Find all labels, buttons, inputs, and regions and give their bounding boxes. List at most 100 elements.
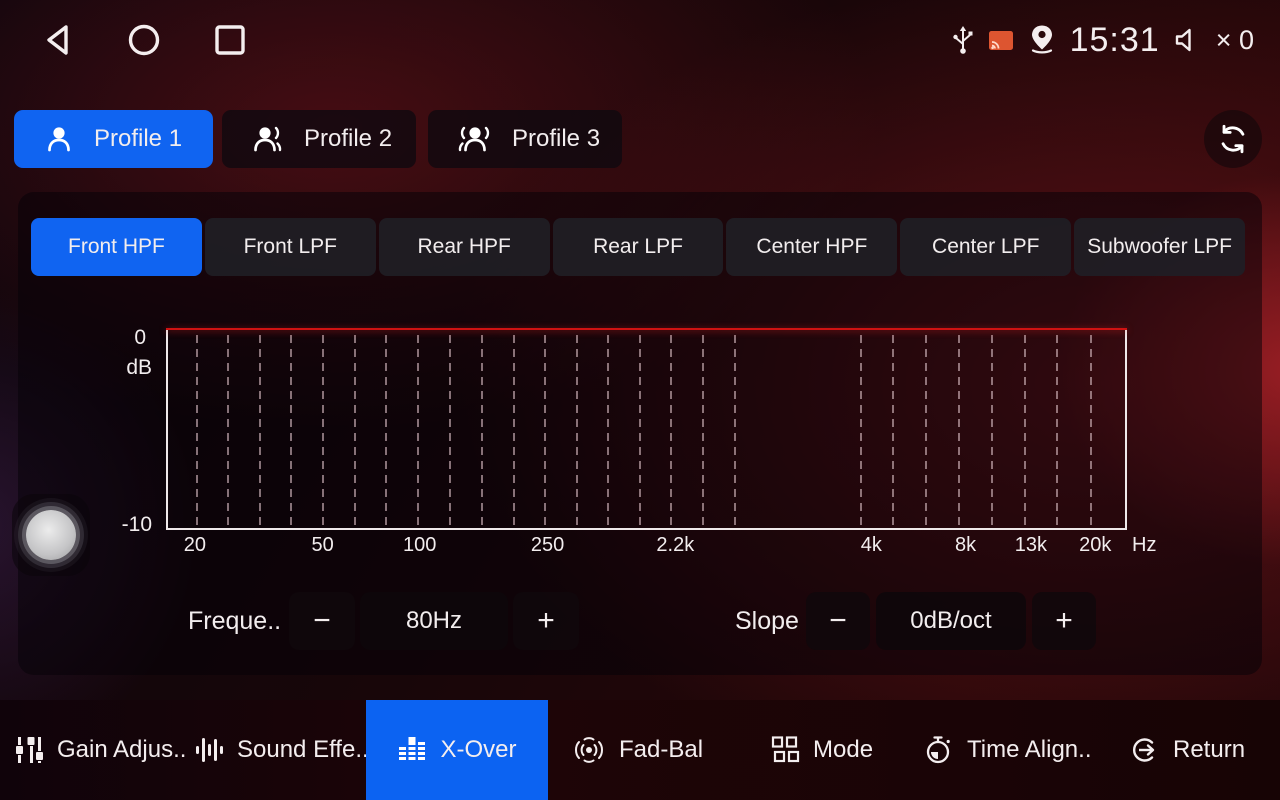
response-curve	[166, 328, 1127, 330]
tab-label: Subwoofer LPF	[1087, 235, 1232, 259]
location-icon	[1027, 24, 1057, 56]
gridline	[892, 335, 894, 528]
nav-fad-bal[interactable]: Fad-Bal	[572, 700, 717, 800]
y-axis-unit: dB	[126, 356, 152, 380]
x-tick: 2.2k	[656, 534, 694, 557]
nav-label: Return	[1173, 736, 1245, 764]
gridline	[196, 335, 198, 528]
gridline	[227, 335, 229, 528]
x-tick: 100	[403, 534, 436, 557]
gridline	[670, 335, 672, 528]
reset-button[interactable]	[1204, 110, 1262, 168]
tab-rear-lpf[interactable]: Rear LPF	[553, 218, 724, 276]
gridline	[354, 335, 356, 528]
profile-row: Profile 1 Profile 2	[14, 110, 1266, 168]
gridline	[576, 335, 578, 528]
x-tick: 250	[531, 534, 564, 557]
gridline	[449, 335, 451, 528]
tab-label: Rear HPF	[417, 235, 510, 259]
tab-center-lpf[interactable]: Center LPF	[900, 218, 1071, 276]
nav-label: X-Over	[440, 736, 516, 764]
tab-label: Center HPF	[756, 235, 867, 259]
gridline	[513, 335, 515, 528]
gridline	[1056, 335, 1058, 528]
slope-label: Slope	[735, 592, 799, 650]
return-arrow-icon	[1130, 735, 1160, 765]
slope-minus-button[interactable]: −	[806, 592, 870, 650]
profile-1-button[interactable]: Profile 1	[14, 110, 213, 168]
nav-mode[interactable]: Mode	[770, 700, 885, 800]
gridline	[290, 335, 292, 528]
gridline	[1090, 335, 1092, 528]
y-tick-0: 0	[134, 326, 146, 350]
gridline	[925, 335, 927, 528]
gridline	[734, 335, 736, 528]
usb-icon	[951, 24, 975, 56]
nav-return[interactable]: Return	[1130, 700, 1258, 800]
x-tick: 20k	[1079, 534, 1111, 557]
x-tick: 20	[184, 534, 206, 557]
x-axis-unit: Hz	[1132, 534, 1156, 557]
chart-x-ticks: 20 50 100 250 2.2k 4k 8k 13k 20k	[166, 534, 1127, 564]
volume-level: × 0	[1216, 25, 1254, 56]
nav-sound-effect[interactable]: Sound Effe..	[194, 700, 370, 800]
profile-3-button[interactable]: Profile 3	[428, 110, 622, 168]
tab-label: Front HPF	[68, 235, 165, 259]
tab-front-hpf[interactable]: Front HPF	[31, 218, 202, 276]
nav-label: Sound Effe..	[237, 736, 369, 764]
person-2-icon	[250, 122, 286, 156]
nav-label: Fad-Bal	[619, 736, 703, 764]
assistive-touch-button[interactable]	[12, 494, 90, 576]
equalizer-icon	[397, 735, 427, 765]
surround-icon	[572, 735, 606, 765]
back-icon[interactable]	[40, 22, 76, 58]
frequency-minus-button[interactable]: −	[289, 592, 355, 650]
profile-label: Profile 1	[94, 125, 182, 153]
gridline	[385, 335, 387, 528]
cast-icon	[988, 30, 1014, 51]
home-icon[interactable]	[126, 22, 162, 58]
assistive-touch-ball-icon	[26, 510, 76, 560]
person-3-icon	[456, 122, 494, 156]
x-tick: 13k	[1015, 534, 1047, 557]
status-indicators: 15:31 × 0	[951, 21, 1254, 60]
nav-label: Gain Adjus..	[57, 736, 186, 764]
volume-muted-icon[interactable]	[1173, 26, 1201, 54]
tab-subwoofer-lpf[interactable]: Subwoofer LPF	[1074, 218, 1245, 276]
nav-label: Mode	[813, 736, 873, 764]
frequency-label: Freque..	[188, 592, 281, 650]
slope-plus-button[interactable]: +	[1032, 592, 1096, 650]
tab-rear-hpf[interactable]: Rear HPF	[379, 218, 550, 276]
gridline	[958, 335, 960, 528]
slope-value: 0dB/oct	[876, 592, 1026, 650]
tab-front-lpf[interactable]: Front LPF	[205, 218, 376, 276]
gridline	[417, 335, 419, 528]
gridline	[607, 335, 609, 528]
tab-label: Center LPF	[932, 235, 1039, 259]
gridline	[1024, 335, 1026, 528]
squares-icon	[770, 735, 800, 765]
gridline	[702, 335, 704, 528]
frequency-value: 80Hz	[360, 592, 508, 650]
x-tick: 8k	[955, 534, 976, 557]
recents-icon[interactable]	[212, 22, 248, 58]
nav-gain-adjust[interactable]: Gain Adjus..	[14, 700, 190, 800]
y-tick-minus10: -10	[122, 513, 152, 537]
gridline	[991, 335, 993, 528]
gridline	[322, 335, 324, 528]
gridline	[639, 335, 641, 528]
nav-time-alignment[interactable]: Time Align..	[924, 700, 1100, 800]
refresh-icon	[1216, 122, 1250, 156]
status-bar: 15:31 × 0	[0, 0, 1280, 80]
profile-2-button[interactable]: Profile 2	[222, 110, 416, 168]
xover-chart[interactable]	[166, 328, 1127, 530]
filter-tabs: Front HPF Front LPF Rear HPF Rear LPF Ce…	[31, 218, 1245, 276]
clock: 15:31	[1070, 21, 1160, 60]
nav-xover[interactable]: X-Over	[366, 700, 548, 800]
x-tick: 4k	[861, 534, 882, 557]
frequency-plus-button[interactable]: +	[513, 592, 579, 650]
person-icon	[42, 122, 76, 156]
x-tick: 50	[312, 534, 334, 557]
bottom-nav: Gain Adjus.. Sound Effe..	[0, 700, 1280, 800]
tab-center-hpf[interactable]: Center HPF	[726, 218, 897, 276]
